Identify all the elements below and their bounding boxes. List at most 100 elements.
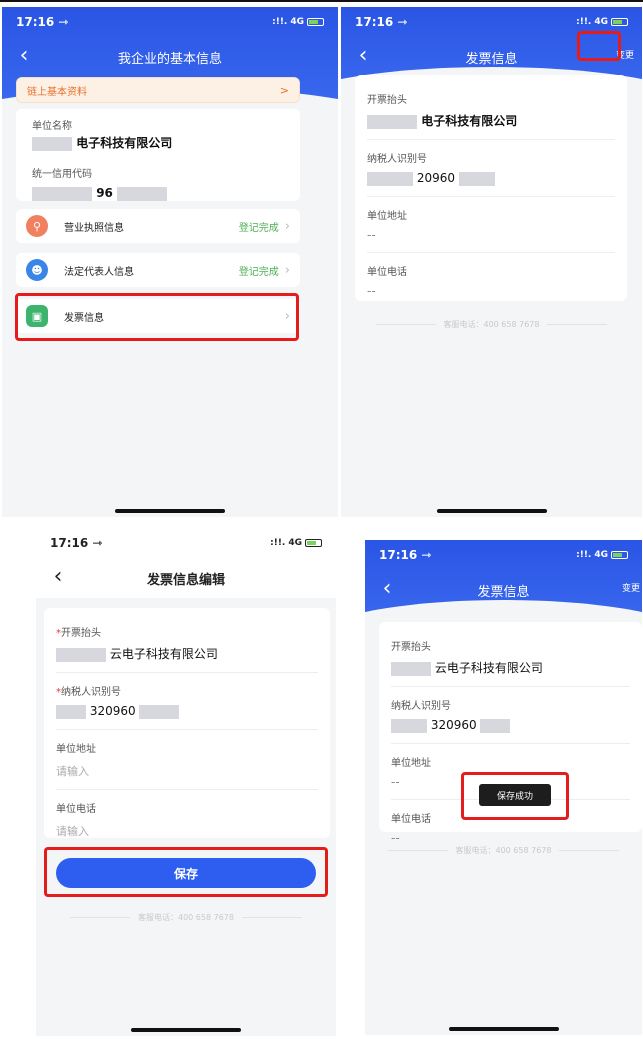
divider	[56, 728, 318, 730]
credit-code-value: 96	[96, 186, 113, 200]
phone-label: 单位电话	[367, 266, 407, 278]
status-time: 17:16 ⇾	[16, 15, 69, 29]
tax-id-row: 320960	[391, 718, 630, 733]
invoice-title-label: 开票抬头	[367, 95, 407, 106]
divider	[56, 672, 318, 673]
change-button[interactable]: 变更	[622, 581, 640, 594]
redacted-block	[480, 718, 511, 733]
invoice-title-input[interactable]: 云电子科技有限公司	[56, 645, 318, 662]
redacted-block	[367, 114, 417, 129]
unit-name-label: 单位名称	[32, 121, 72, 132]
highlight-box	[461, 772, 569, 820]
back-arrow-icon[interactable]: ‹	[12, 45, 36, 69]
top-border	[0, 0, 643, 2]
phone-value: --	[391, 830, 400, 845]
tax-id-label: 纳税人识别号	[367, 154, 427, 165]
redacted-block	[56, 647, 106, 662]
status-network: :!!. 4G	[270, 538, 322, 548]
back-arrow-icon[interactable]: ‹	[46, 566, 70, 590]
tax-id-row: 20960	[367, 171, 615, 186]
divider	[391, 742, 630, 744]
hotline: 客服电话：400 658 7678	[365, 845, 642, 856]
navbar: ‹ 发票信息 变更	[365, 570, 642, 610]
address-value: --	[367, 227, 376, 242]
highlight-box	[577, 31, 621, 61]
divider	[367, 139, 615, 140]
page-title: 发票信息编辑	[146, 572, 225, 588]
status-bar: 17:16 ⇾ :!!. 4G	[365, 540, 642, 570]
tax-id-input[interactable]: 320960	[56, 704, 318, 719]
divider	[559, 850, 620, 851]
signal-icon: :!!.	[270, 538, 286, 548]
page-title: 发票信息	[465, 51, 518, 67]
status-time: 17:16 ⇾	[355, 15, 408, 29]
menu-item-business-license[interactable]: ⚲ 营业执照信息 登记完成 ›	[16, 209, 300, 243]
status-badge: 登记完成	[238, 222, 279, 234]
battery-icon	[611, 18, 628, 26]
address-label: 单位地址	[391, 757, 431, 769]
tax-id-value: 320960	[430, 718, 477, 732]
invoice-title-value: 电子科技有限公司	[421, 114, 518, 128]
chevron-right-icon: ›	[284, 262, 290, 278]
back-arrow-icon[interactable]: ‹	[375, 578, 399, 602]
hotline-text[interactable]: 客服电话：400 658 7678	[138, 912, 234, 923]
invoice-info-card: 开票抬头 电子科技有限公司 纳税人识别号 20960 单位地址 -- 单位电话 …	[355, 75, 627, 301]
invoice-edit-form: *开票抬头 云电子科技有限公司 *纳税人识别号 320960 单位地址 请输入 …	[44, 608, 330, 838]
invoice-title-row: 云电子科技有限公司	[391, 659, 630, 676]
signal-icon: :!!.	[576, 17, 592, 27]
hotline: 客服电话：400 658 7678	[341, 319, 642, 330]
back-arrow-icon[interactable]: ‹	[351, 45, 375, 69]
tax-id-label: 纳税人识别号	[391, 701, 451, 712]
tax-id-value: 320960	[89, 704, 136, 718]
signal-icon: :!!.	[272, 17, 288, 27]
divider	[241, 917, 302, 918]
invoice-title-value: 云电子科技有限公司	[109, 647, 218, 661]
chain-banner-label: 链上基本资料	[27, 86, 87, 98]
home-indicator	[448, 1027, 559, 1031]
tax-id-label: 纳税人识别号	[61, 687, 121, 698]
chain-info-banner[interactable]: 链上基本资料 >	[16, 77, 300, 103]
invoice-title-label-row: *开票抬头	[56, 624, 318, 639]
divider	[547, 324, 608, 325]
screen-basic-info: 17:16 ⇾ :!!. 4G ‹ 我企业的基本信息 链上基本资料 > 单位名称…	[2, 7, 338, 517]
address-label: 单位地址	[367, 210, 407, 222]
status-network: :!!. 4G	[272, 17, 324, 27]
network-label: 4G	[594, 550, 608, 560]
divider	[375, 324, 436, 325]
unit-name-row: 电子科技有限公司	[32, 134, 284, 151]
screen-invoice-saved: 17:16 ⇾ :!!. 4G ‹ 发票信息 变更 开票抬头 云电子科技有限公司…	[365, 540, 642, 1035]
home-indicator	[436, 509, 547, 513]
credit-code-row: 96	[32, 186, 284, 201]
company-info-card: 单位名称 电子科技有限公司 统一信用代码 96	[16, 109, 300, 201]
invoice-title-label: 开票抬头	[61, 628, 101, 639]
chevron-right-icon: >	[279, 83, 289, 97]
hotline-text[interactable]: 客服电话：400 658 7678	[444, 319, 540, 330]
divider	[70, 917, 130, 918]
phone-value: --	[367, 283, 376, 298]
chevron-right-icon: ›	[284, 218, 290, 234]
menu-label: 营业执照信息	[64, 222, 124, 234]
battery-icon	[305, 539, 322, 547]
home-indicator	[115, 509, 225, 513]
highlight-box	[44, 847, 328, 897]
navbar: ‹ 发票信息编辑	[36, 558, 336, 598]
phone-input[interactable]: 请输入	[56, 823, 318, 839]
page-title: 发票信息	[477, 584, 530, 600]
address-label: 单位地址	[56, 743, 96, 755]
redacted-block	[367, 171, 413, 186]
address-input[interactable]: 请输入	[56, 763, 318, 779]
invoice-title-value: 云电子科技有限公司	[434, 661, 543, 675]
divider	[367, 251, 615, 253]
divider	[56, 788, 318, 790]
menu-item-legal-rep[interactable]: ☻ 法定代表人信息 登记完成 ›	[16, 253, 300, 287]
redacted-block	[391, 718, 427, 733]
page-title: 我企业的基本信息	[117, 51, 222, 67]
hotline: 客服电话：400 658 7678	[36, 912, 336, 923]
status-bar: 17:16 ⇾ :!!. 4G	[36, 528, 336, 558]
divider	[367, 195, 615, 197]
network-label: 4G	[290, 17, 304, 27]
status-time: 17:16 ⇾	[379, 548, 432, 562]
status-network: :!!. 4G	[576, 550, 628, 560]
hotline-text[interactable]: 客服电话：400 658 7678	[456, 845, 552, 856]
highlight-box	[15, 293, 299, 341]
